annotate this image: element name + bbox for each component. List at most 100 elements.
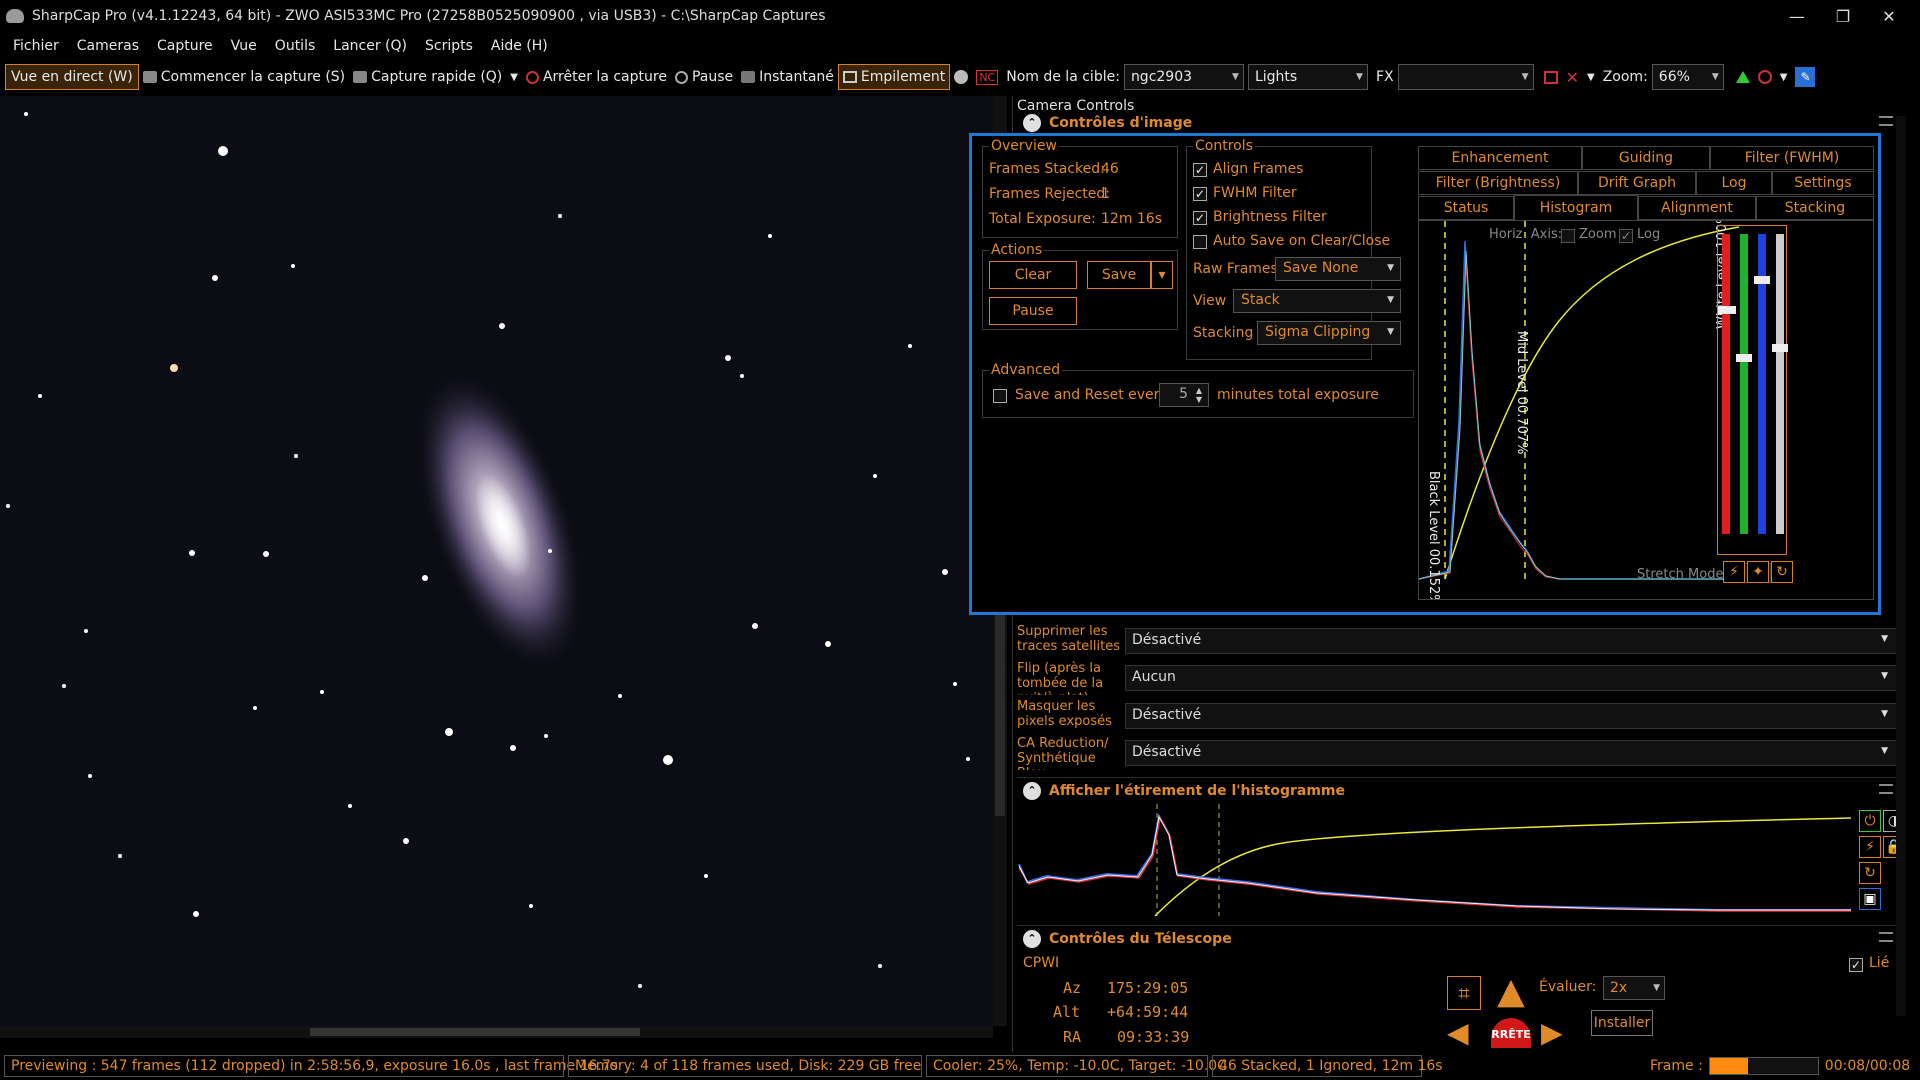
- save-reset-spinner[interactable]: 5 ▲ ▼: [1159, 383, 1209, 407]
- chevron-down-icon[interactable]: ▼: [510, 72, 518, 83]
- rate-combo[interactable]: 2x ▼: [1603, 976, 1665, 1000]
- panel-scrollbar[interactable]: [1896, 116, 1906, 1016]
- slider-handle[interactable]: [1772, 344, 1788, 352]
- level-sliders[interactable]: [1717, 225, 1788, 555]
- save-icon[interactable]: ▣: [1859, 888, 1881, 910]
- selection-icon[interactable]: [1540, 64, 1562, 90]
- quick-capture-button[interactable]: Capture rapide (Q) ▼: [349, 64, 522, 90]
- menu-icon[interactable]: [1879, 116, 1893, 126]
- brightness-filter-checkbox[interactable]: ✓: [1193, 211, 1207, 225]
- install-button[interactable]: Installer: [1591, 1010, 1653, 1036]
- image-viewer[interactable]: [0, 96, 993, 1026]
- auto-stretch-icon[interactable]: ⚡: [1859, 836, 1881, 858]
- tab-enhancement[interactable]: Enhancement: [1418, 146, 1582, 170]
- maximize-button[interactable]: ❐: [1820, 0, 1866, 32]
- pause-button[interactable]: Pause: [671, 64, 737, 90]
- menu-cameras[interactable]: Cameras: [68, 38, 148, 54]
- menu-icon[interactable]: [1879, 784, 1893, 794]
- align-frames-checkbox[interactable]: ✓: [1193, 163, 1207, 177]
- stop-capture-button[interactable]: Arrêter la capture: [522, 64, 671, 90]
- zoom-checkbox[interactable]: [1561, 229, 1575, 243]
- start-capture-button[interactable]: Commencer la capture (S): [139, 64, 349, 90]
- red-channel-slider[interactable]: [1722, 234, 1730, 534]
- tab-log[interactable]: Log: [1696, 171, 1772, 195]
- menu-scripts[interactable]: Scripts: [416, 38, 482, 54]
- histogram-section-header[interactable]: ⌃ Afficher l'étirement de l'histogramme: [1017, 777, 1899, 803]
- collapse-icon[interactable]: ⌃: [1023, 781, 1041, 800]
- collapse-icon[interactable]: ⌃: [1023, 929, 1041, 948]
- telescope-section-header[interactable]: ⌃ Contrôles du Télescope: [1017, 925, 1899, 951]
- stack-histogram-graph[interactable]: [1419, 221, 1874, 600]
- crosshair-icon[interactable]: ✕: [1562, 64, 1583, 90]
- tab-alignment[interactable]: Alignment: [1638, 196, 1756, 220]
- stacking-mode-combo[interactable]: Sigma Clipping ▼: [1257, 321, 1401, 345]
- target-name-combo[interactable]: ngc2903 ▼: [1123, 64, 1244, 90]
- park-icon[interactable]: ⌗: [1447, 976, 1481, 1010]
- tab-status[interactable]: Status: [1418, 196, 1514, 220]
- save-reset-checkbox[interactable]: [993, 389, 1007, 403]
- menu-aide[interactable]: Aide (H): [482, 38, 557, 54]
- arrow-left-icon[interactable]: ◀: [1447, 1018, 1487, 1048]
- arrow-right-icon[interactable]: ▶: [1541, 1018, 1581, 1048]
- reset-icon[interactable]: ↻: [1771, 561, 1793, 583]
- flip-combo[interactable]: Aucun ▼: [1125, 665, 1897, 691]
- auto-save-checkbox[interactable]: [1193, 235, 1207, 249]
- luminance-slider[interactable]: [1776, 234, 1784, 534]
- minimize-button[interactable]: —: [1774, 0, 1820, 32]
- chevron-down-icon[interactable]: ▼: [1776, 64, 1792, 90]
- view-combo[interactable]: Stack ▼: [1233, 289, 1401, 313]
- reticle-icon[interactable]: [1754, 64, 1776, 90]
- linked-checkbox[interactable]: ✓: [1849, 958, 1863, 972]
- target-sphere-icon[interactable]: [950, 64, 972, 90]
- menu-lancer[interactable]: Lancer (Q): [324, 38, 416, 54]
- menu-vue[interactable]: Vue: [222, 38, 266, 54]
- auto-stretch-icon[interactable]: ⚡: [1723, 561, 1745, 583]
- scroll-thumb[interactable]: [310, 1028, 640, 1036]
- frame-type-combo[interactable]: Lights ▼: [1247, 64, 1368, 90]
- slider-handle[interactable]: [1718, 306, 1736, 314]
- save-dropdown-icon[interactable]: ▾: [1151, 261, 1173, 289]
- chevron-down-icon[interactable]: ▼: [1583, 64, 1599, 90]
- clear-button[interactable]: Clear: [989, 261, 1077, 289]
- reset-icon[interactable]: ↻: [1859, 862, 1881, 884]
- stop-button[interactable]: RRÊTE: [1491, 1018, 1531, 1048]
- viewer-horizontal-scrollbar[interactable]: [0, 1026, 993, 1038]
- close-button[interactable]: ✕: [1866, 0, 1912, 32]
- satellite-trail-combo[interactable]: Désactivé ▼: [1125, 628, 1897, 654]
- star-icon[interactable]: ✦: [1747, 561, 1769, 583]
- fwhm-filter-checkbox[interactable]: ✓: [1193, 187, 1207, 201]
- menu-fichier[interactable]: Fichier: [4, 38, 68, 54]
- zoom-combo[interactable]: 66% ▼: [1651, 64, 1724, 90]
- live-view-button[interactable]: Vue en direct (W): [5, 64, 139, 90]
- power-icon[interactable]: ⏻: [1859, 810, 1881, 832]
- tab-stacking[interactable]: Stacking: [1756, 196, 1874, 220]
- snapshot-button[interactable]: Instantané: [737, 64, 838, 90]
- stack-button[interactable]: Empilement: [837, 64, 951, 90]
- fx-combo[interactable]: ▼: [1397, 64, 1534, 90]
- arrow-up-icon[interactable]: ▲: [1491, 972, 1531, 1012]
- save-button[interactable]: Save: [1087, 261, 1151, 289]
- pause-stack-button[interactable]: Pause: [989, 297, 1077, 325]
- tab-settings[interactable]: Settings: [1772, 171, 1874, 195]
- histogram-stretch-graph[interactable]: [1017, 804, 1851, 924]
- mask-pixels-combo[interactable]: Désactivé ▼: [1125, 703, 1897, 729]
- tab-filter-fwhm[interactable]: Filter (FWHM): [1710, 146, 1874, 170]
- menu-capture[interactable]: Capture: [148, 38, 222, 54]
- histogram-toggle-icon[interactable]: [1732, 64, 1754, 90]
- slider-handle[interactable]: [1754, 276, 1770, 284]
- nc-badge[interactable]: NC: [972, 64, 1002, 90]
- collapse-icon[interactable]: ⌃: [1023, 114, 1041, 132]
- green-channel-slider[interactable]: [1740, 234, 1748, 534]
- spinner-icon[interactable]: ▲ ▼: [1196, 386, 1202, 404]
- pin-icon[interactable]: ✎: [1791, 64, 1819, 90]
- tab-guiding[interactable]: Guiding: [1582, 146, 1710, 170]
- tab-drift-graph[interactable]: Drift Graph: [1578, 171, 1696, 195]
- menu-icon[interactable]: [1879, 932, 1893, 942]
- ca-reduction-combo[interactable]: Désactivé ▼: [1125, 740, 1897, 766]
- menu-outils[interactable]: Outils: [266, 38, 324, 54]
- tab-filter-brightness[interactable]: Filter (Brightness): [1418, 171, 1578, 195]
- slider-handle[interactable]: [1736, 354, 1752, 362]
- log-checkbox[interactable]: ✓: [1619, 229, 1633, 243]
- raw-frames-combo[interactable]: Save None ▼: [1275, 257, 1401, 281]
- tab-histogram[interactable]: Histogram: [1514, 195, 1638, 220]
